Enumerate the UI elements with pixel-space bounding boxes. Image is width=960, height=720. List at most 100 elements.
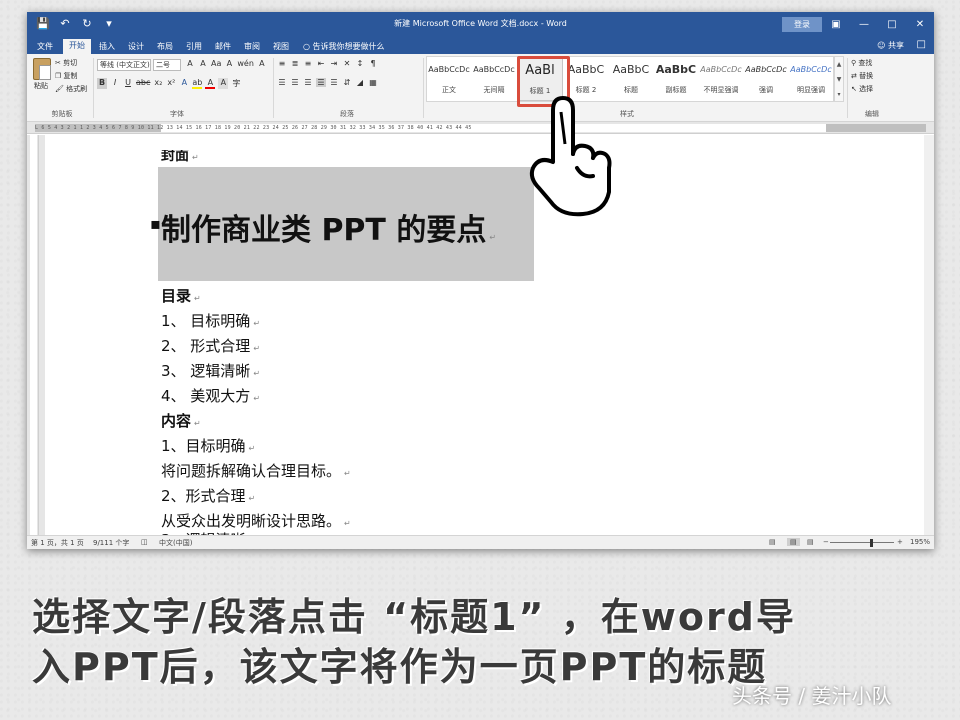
chinese-layout-icon[interactable]: ✕ — [342, 59, 352, 68]
char-border-icon[interactable]: A — [257, 59, 267, 68]
tab-view[interactable]: 视图 — [273, 40, 289, 54]
style-subtitle[interactable]: AaBbC 副标题 — [654, 57, 698, 101]
phonetic-guide-icon[interactable]: wén — [237, 59, 254, 68]
align-center-icon[interactable]: ☰ — [290, 78, 300, 87]
style-no-spacing[interactable]: AaBbCcDc 无间隔 — [472, 57, 516, 101]
tab-references[interactable]: 引用 — [186, 40, 202, 54]
styles-scroll[interactable]: ▲ ▼ ▾ — [834, 56, 844, 102]
content-line[interactable]: 从受众出发明晰设计思路。 ↵ — [161, 510, 351, 531]
shading-icon[interactable]: ◢ — [355, 78, 365, 87]
tab-insert[interactable]: 插入 — [99, 40, 115, 54]
content-line[interactable]: 1、目标明确 ↵ — [161, 435, 255, 456]
cut-button[interactable]: ✂ 剪切 — [55, 58, 77, 68]
print-layout-icon[interactable]: ▤ — [787, 538, 800, 546]
heading-text[interactable]: 制作商业类 PPT 的要点 ↵ — [161, 205, 496, 249]
style-intense-emphasis[interactable]: AaBbCcDc 明显强调 — [789, 57, 833, 101]
toc-item[interactable]: 3、 逻辑清晰 ↵ — [161, 360, 260, 381]
bold-button[interactable]: B — [97, 78, 107, 89]
tab-home[interactable]: 开始 — [63, 39, 91, 54]
tab-design[interactable]: 设计 — [128, 40, 144, 54]
proofing-icon[interactable]: ◫ — [141, 538, 148, 546]
close-icon[interactable]: ✕ — [906, 12, 934, 37]
zoom-thumb[interactable] — [870, 539, 873, 547]
toc-item[interactable]: 1、 目标明确 ↵ — [161, 310, 260, 331]
copy-icon: ❐ — [55, 72, 62, 80]
line-spacing-icon[interactable]: ⇵ — [342, 78, 352, 87]
underline-button[interactable]: U — [123, 78, 133, 89]
zoom-level[interactable]: 195% — [910, 538, 930, 546]
comments-icon[interactable]: □ — [917, 39, 926, 50]
decrease-indent-icon[interactable]: ⇤ — [316, 59, 326, 68]
zoom-out-icon[interactable]: − — [823, 538, 829, 546]
highlight-button[interactable]: ab — [192, 78, 203, 89]
read-mode-icon[interactable]: ▤ — [769, 538, 776, 546]
clear-format-icon[interactable]: A — [224, 59, 234, 68]
tab-layout[interactable]: 布局 — [157, 40, 173, 54]
share-button[interactable]: ☺ 共享 — [877, 40, 904, 51]
sort-icon[interactable]: ↕ — [355, 59, 365, 68]
bullets-icon[interactable]: ≡ — [277, 59, 287, 68]
maximize-icon[interactable]: □ — [878, 12, 906, 37]
show-marks-icon[interactable]: ¶ — [368, 59, 378, 68]
format-painter-button[interactable]: 🖌 格式刷 — [55, 84, 87, 94]
find-button[interactable]: ⚲ 查找 — [851, 58, 872, 68]
shrink-font-icon[interactable]: A — [198, 59, 208, 68]
numbering-icon[interactable]: ≣ — [290, 59, 300, 68]
copy-button[interactable]: ❐ 复制 — [55, 71, 78, 81]
style-subtle-emphasis[interactable]: AaBbCcDc 不明显强调 — [699, 57, 743, 101]
cover-label[interactable]: 封面 ↵ — [161, 150, 199, 165]
superscript-button[interactable]: x² — [166, 78, 176, 89]
replace-button[interactable]: ⇄ 替换 — [851, 71, 873, 81]
paste-icon[interactable] — [33, 58, 51, 80]
toc-title[interactable]: 目录 ↵ — [161, 285, 201, 306]
distributed-icon[interactable]: ☰ — [329, 78, 339, 87]
strikethrough-button[interactable]: abc — [136, 78, 150, 89]
style-normal[interactable]: AaBbCcDc 正文 — [427, 57, 471, 101]
style-emphasis[interactable]: AaBbCcDc 强调 — [744, 57, 788, 101]
borders-icon[interactable]: ▦ — [368, 78, 378, 87]
select-button[interactable]: ↖ 选择 — [851, 84, 873, 94]
font-color-button[interactable]: A — [205, 78, 216, 89]
paste-button[interactable]: 粘贴 — [34, 81, 48, 91]
language[interactable]: 中文(中国) — [159, 538, 192, 548]
char-shading-button[interactable]: A — [218, 78, 229, 89]
toc-item[interactable]: 4、 美观大方 ↵ — [161, 385, 260, 406]
font-name-combo[interactable]: 等线 (中文正文) — [97, 59, 151, 71]
italic-button[interactable]: I — [110, 78, 120, 89]
document-page[interactable]: 封面 ↵ ▪ 制作商业类 PPT 的要点 ↵ 目录 ↵ 1、 目标明确 ↵ 2、 形式合… — [45, 135, 926, 538]
increase-indent-icon[interactable]: ⇥ — [329, 59, 339, 68]
page-count[interactable]: 第 1 页，共 1 页 — [31, 538, 84, 548]
align-right-icon[interactable]: ☰ — [303, 78, 313, 87]
vertical-scrollbar[interactable] — [924, 135, 934, 537]
content-line[interactable]: 2、形式合理 ↵ — [161, 485, 255, 506]
paragraph-mark: ↵ — [253, 394, 261, 403]
toc-item[interactable]: 2、 形式合理 ↵ — [161, 335, 260, 356]
enclose-char-button[interactable]: 字 — [231, 78, 241, 89]
tab-review[interactable]: 审阅 — [244, 40, 260, 54]
style-title[interactable]: AaBbC 标题 — [609, 57, 653, 101]
justify-icon[interactable]: ☰ — [316, 78, 326, 87]
multilevel-list-icon[interactable]: ≡ — [303, 59, 313, 68]
vertical-ruler[interactable] — [27, 135, 39, 537]
tell-me-box[interactable]: ○ 告诉我你想要做什么 — [303, 40, 385, 54]
content-line[interactable]: 将问题拆解确认合理目标。 ↵ — [161, 460, 351, 481]
grow-font-icon[interactable]: A — [185, 59, 195, 68]
tab-mailings[interactable]: 邮件 — [215, 40, 231, 54]
align-left-icon[interactable]: ☰ — [277, 78, 287, 87]
ribbon-display-icon[interactable]: ▣ — [822, 12, 850, 37]
zoom-in-icon[interactable]: + — [897, 538, 903, 546]
web-layout-icon[interactable]: ▤ — [807, 538, 814, 546]
heading-value: 制作商业类 PPT 的要点 — [161, 213, 487, 248]
text-effects-button[interactable]: A — [179, 78, 189, 89]
content-title[interactable]: 内容 ↵ — [161, 410, 201, 431]
word-count[interactable]: 9/111 个字 — [93, 538, 129, 548]
subscript-button[interactable]: x₂ — [153, 78, 163, 89]
minimize-icon[interactable]: — — [850, 12, 878, 37]
horizontal-ruler[interactable]: L 6 5 4 3 2 1 1 2 3 4 5 6 7 8 9 10 11 12… — [27, 122, 934, 134]
login-button[interactable]: 登录 — [782, 17, 822, 32]
vruler-white — [30, 135, 37, 537]
tab-file[interactable]: 文件 — [37, 40, 53, 54]
font-size-combo[interactable]: 二号 — [153, 59, 181, 71]
zoom-slider[interactable] — [830, 542, 894, 543]
change-case-icon[interactable]: Aa — [211, 59, 221, 68]
